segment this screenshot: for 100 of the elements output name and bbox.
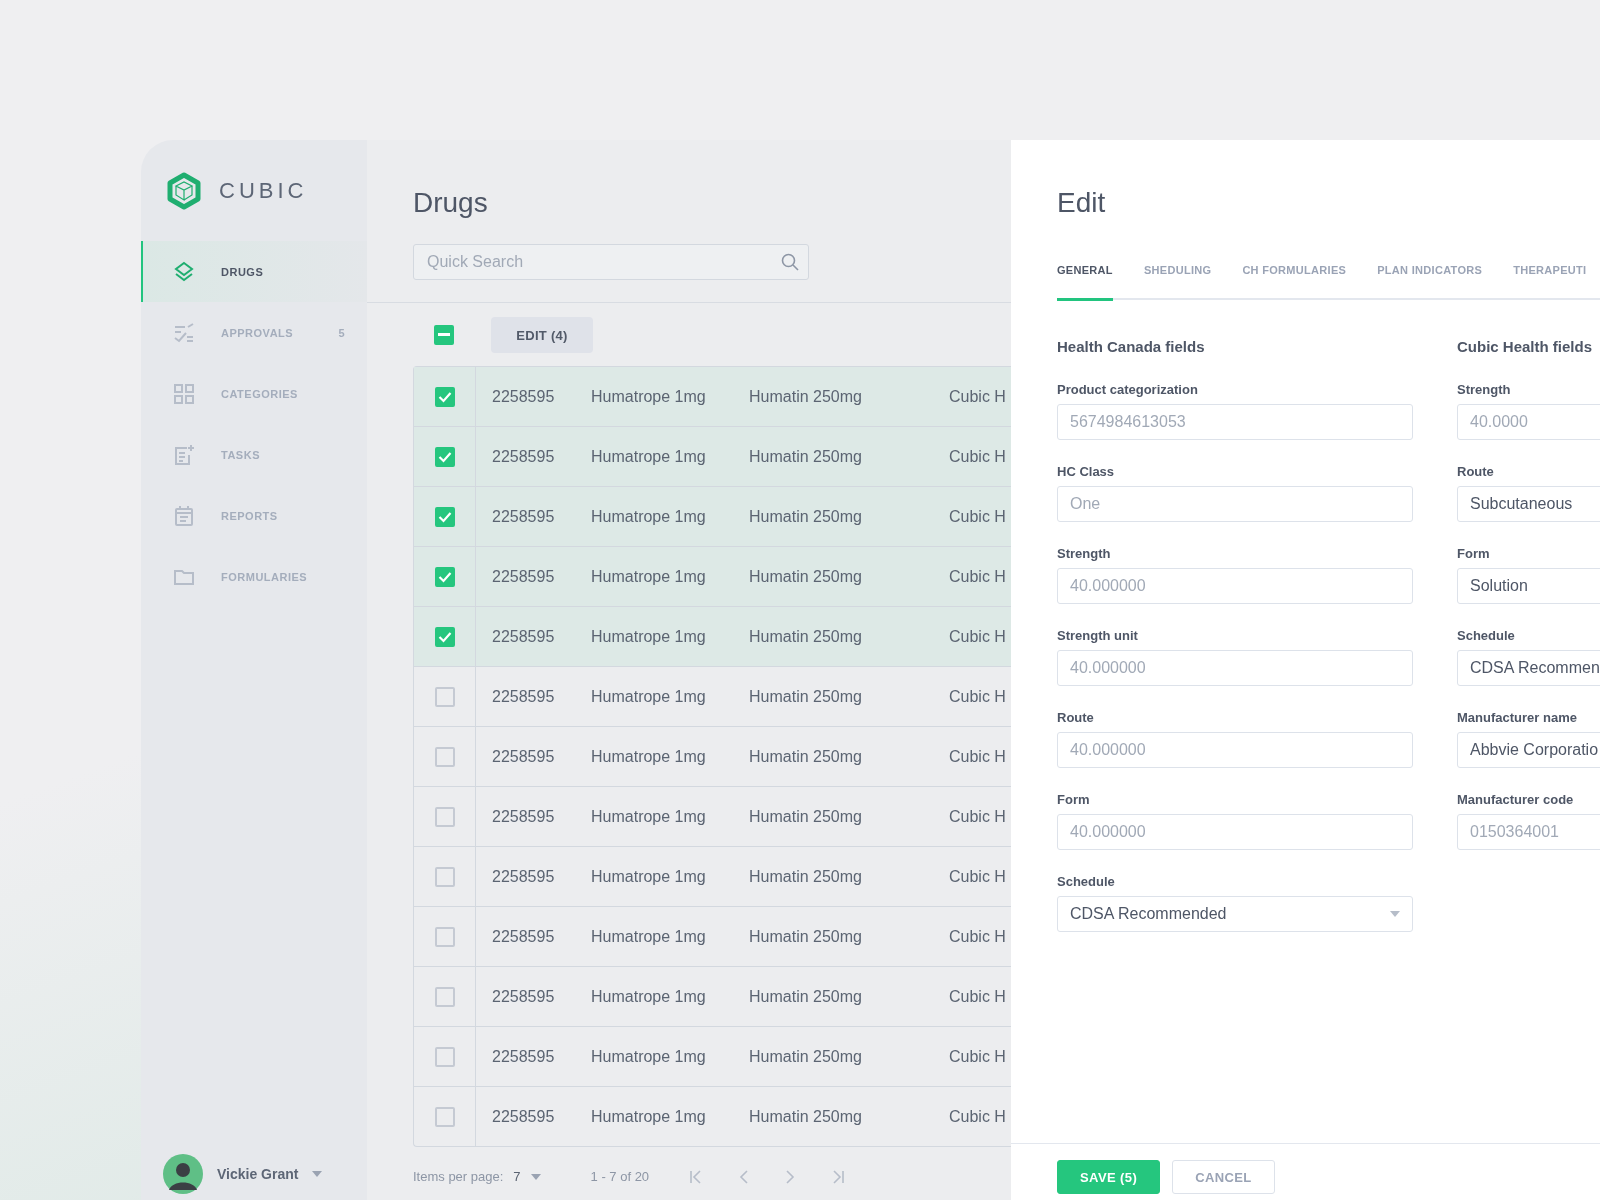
row-checkbox[interactable]	[434, 926, 455, 947]
table-cell-text: Humatrope 1mg	[591, 1047, 707, 1066]
table-cell-text: Humatin 250mg	[749, 627, 863, 646]
page-range: 1 - 7 of 20	[590, 1169, 650, 1184]
table-cell-text: Humatin 250mg	[749, 507, 863, 526]
page-title: Drugs	[413, 186, 489, 220]
field-label: Manufacturer code	[1457, 792, 1575, 807]
row-checkbox[interactable]	[434, 806, 455, 827]
note-add-icon	[172, 442, 196, 467]
search-icon[interactable]	[781, 253, 799, 271]
table-cell-text: Humatrope 1mg	[591, 1107, 707, 1126]
table-cell-text: Humatrope 1mg	[591, 567, 707, 586]
table-cell-text: 2258595	[492, 1047, 556, 1066]
table-cell-text: Humatin 250mg	[749, 927, 863, 946]
row-checkbox[interactable]	[434, 686, 455, 707]
previous-icon[interactable]	[739, 1169, 750, 1184]
table-cell: Cubic H	[949, 867, 1006, 886]
table-row[interactable]: 2258595 Humatrope 1mg Humatin 250mg Cubic H	[414, 426, 1011, 486]
row-checkbox[interactable]	[434, 446, 455, 467]
search-field[interactable]: Quick Search	[413, 244, 809, 280]
field-label: Route	[1457, 464, 1495, 479]
page-size-select[interactable]: 7	[513, 1169, 521, 1184]
check-icon	[437, 630, 452, 643]
edit-button[interactable]: EDIT (4)	[491, 317, 593, 353]
field-label: Schedule	[1457, 628, 1516, 643]
row-checkbox[interactable]	[434, 566, 455, 587]
first-page-icon[interactable]	[689, 1169, 704, 1184]
table-cell-text: 2258595	[492, 447, 556, 466]
table-cell-text: 2258595	[492, 987, 556, 1006]
row-checkbox[interactable]	[434, 866, 455, 887]
select-field[interactable]: CDSA Recommended	[1057, 896, 1413, 932]
table-cell-text: Humatin 250mg	[749, 567, 863, 586]
items-per-page-label: Items per page:	[413, 1169, 504, 1184]
table-cell-text: 2258595	[492, 807, 556, 826]
cancel-button[interactable]: CANCEL	[1172, 1160, 1275, 1194]
caret-icon	[1390, 911, 1400, 917]
table-row[interactable]: 2258595 Humatrope 1mg Humatin 250mg Cubic H	[414, 486, 1011, 546]
table-cell-text: Humatrope 1mg	[591, 507, 707, 526]
table-cell-text: Humatrope 1mg	[591, 447, 707, 466]
tab[interactable]: THERAPEUTI	[1513, 264, 1587, 301]
row-checkbox[interactable]	[434, 746, 455, 767]
table-cell: Cubic H	[949, 507, 1006, 526]
tab[interactable]: PLAN INDICATORS	[1377, 264, 1483, 301]
calendar-icon	[172, 503, 196, 528]
table-cell: Cubic H	[949, 807, 1006, 826]
check-icon	[437, 570, 452, 583]
tab[interactable]: CH FORMULARIES	[1242, 264, 1347, 301]
table-cell-text: Humatrope 1mg	[591, 867, 707, 886]
row-checkbox[interactable]	[434, 626, 455, 647]
field-label: HC Class	[1057, 464, 1116, 479]
table-cell-text: Humatin 250mg	[749, 1047, 863, 1066]
row-checkbox[interactable]	[434, 1046, 455, 1067]
select-all-checkbox[interactable]	[434, 325, 454, 345]
field-label: Strength	[1057, 546, 1112, 561]
section-title: Cubic Health fields	[1457, 338, 1594, 357]
field-label: Form	[1057, 792, 1091, 807]
table-cell-text: 2258595	[492, 387, 556, 406]
table-cell-text: Humatrope 1mg	[591, 627, 707, 646]
table-cell: Cubic H	[949, 927, 1006, 946]
table-cell-text: Humatrope 1mg	[591, 987, 707, 1006]
minus-icon	[438, 333, 450, 337]
next-icon[interactable]	[785, 1169, 796, 1184]
field-label: Manufacturer name	[1457, 710, 1578, 725]
tab[interactable]: SHEDULING	[1143, 264, 1212, 301]
table-cell-text: 2258595	[492, 747, 556, 766]
field-label: Product categorization	[1057, 382, 1199, 397]
table-cell-text: Humatin 250mg	[749, 807, 863, 826]
table-cell-text: Humatrope 1mg	[591, 927, 707, 946]
table-cell-text: 2258595	[492, 867, 556, 886]
table-cell: Cubic H	[949, 567, 1006, 586]
caret-icon[interactable]	[530, 1173, 541, 1180]
table-cell-text: Humatin 250mg	[749, 987, 863, 1006]
table-cell-text: Humatrope 1mg	[591, 387, 707, 406]
table-cell: Cubic H	[949, 1107, 1006, 1126]
table-cell-text: Humatrope 1mg	[591, 687, 707, 706]
input-field[interactable]: Subcutaneous	[1457, 486, 1600, 522]
table-row[interactable]: 2258595 Humatrope 1mg Humatin 250mg Cubic H	[414, 367, 1011, 426]
row-checkbox[interactable]	[434, 386, 455, 407]
cube-logo-icon	[165, 172, 203, 210]
table-cell-text: 2258595	[492, 687, 556, 706]
table-cell: Cubic H	[949, 387, 1006, 406]
field-label: Form	[1457, 546, 1491, 561]
table-row[interactable]: 2258595 Humatrope 1mg Humatin 250mg Cubic H	[414, 546, 1011, 606]
section-title: Health Canada fields	[1057, 338, 1206, 357]
table-cell-text: 2258595	[492, 507, 556, 526]
grid-icon	[172, 381, 196, 406]
caret-icon[interactable]	[312, 1171, 323, 1177]
table-cell-text: Humatin 250mg	[749, 1107, 863, 1126]
user-name: Vickie Grant	[217, 1166, 299, 1182]
input-field[interactable]: Abbvie Corporatio	[1457, 732, 1600, 768]
row-checkbox[interactable]	[434, 986, 455, 1007]
input-field[interactable]: CDSA Recommen	[1457, 650, 1600, 686]
table-cell: Cubic H	[949, 447, 1006, 466]
last-page-icon[interactable]	[831, 1169, 846, 1184]
row-checkbox[interactable]	[434, 1106, 455, 1127]
row-checkbox[interactable]	[434, 506, 455, 527]
table-row[interactable]: 2258595 Humatrope 1mg Humatin 250mg Cubic H	[414, 606, 1011, 666]
tab[interactable]: GENERAL	[1057, 264, 1113, 301]
field-label: Strength unit	[1057, 628, 1139, 643]
input-field[interactable]: Solution	[1457, 568, 1600, 604]
